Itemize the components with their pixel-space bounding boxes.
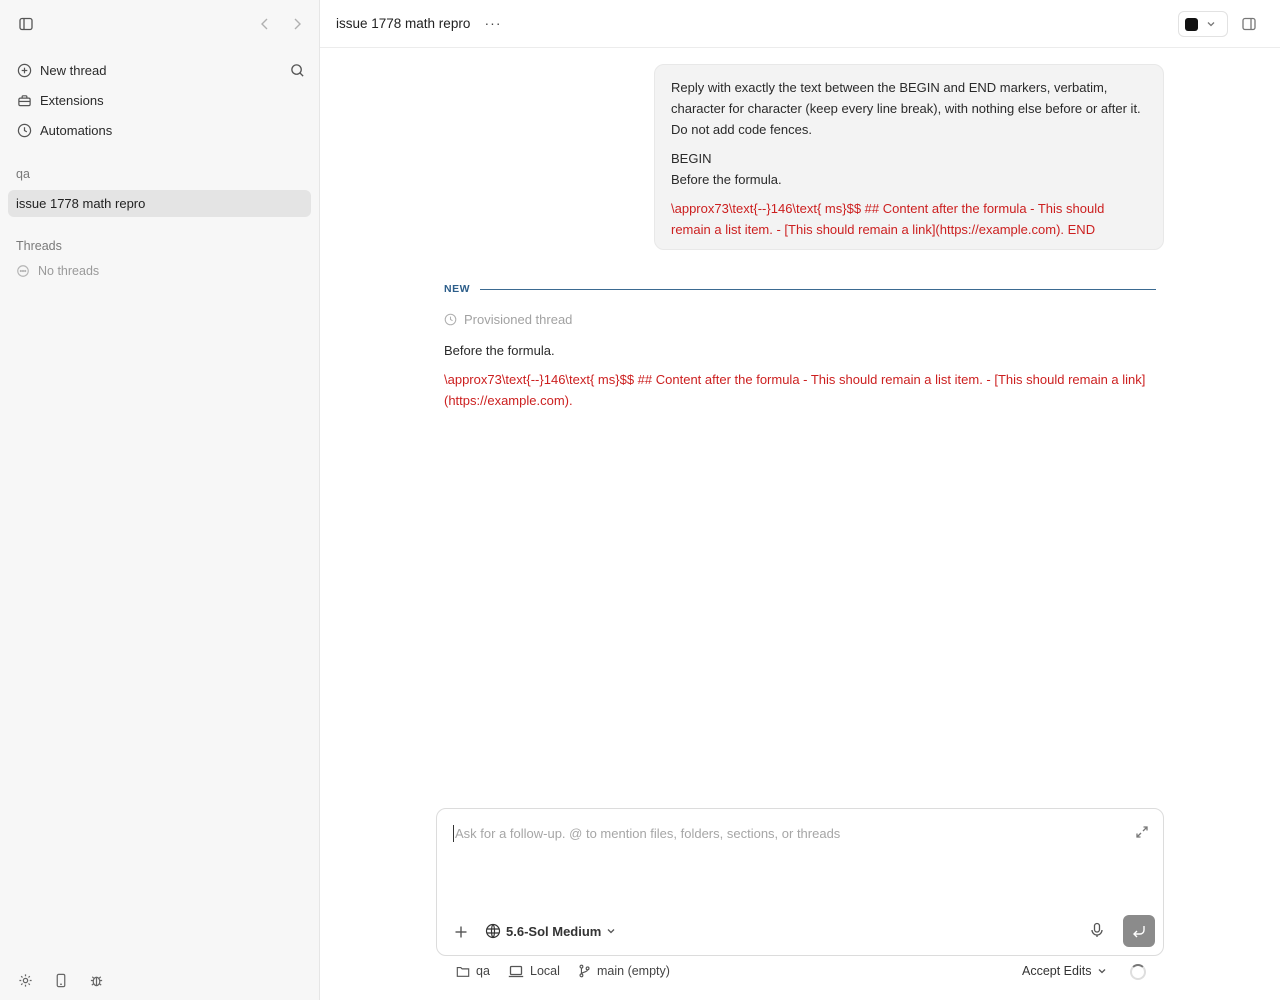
user-message-begin: BEGIN: [671, 151, 712, 166]
bug-icon[interactable]: [87, 971, 105, 989]
chat-bubble-icon: [16, 264, 30, 278]
laptop-icon: [508, 965, 524, 978]
microphone-icon[interactable]: [1089, 922, 1105, 938]
clock-icon: [444, 313, 457, 326]
folder-icon: [456, 965, 470, 978]
automations-label: Automations: [40, 122, 113, 138]
reply-formula-error: \approx73\text{--}146\text{ ms}$$ ## Con…: [444, 372, 1146, 408]
user-message-formula-error: \approx73\text{--}146\text{ ms}$$ ## Con…: [671, 201, 1105, 237]
send-arrow-icon: [1132, 924, 1146, 938]
reply-line: Before the formula.: [444, 343, 555, 358]
send-button[interactable]: [1123, 915, 1155, 947]
accept-edits-dropdown[interactable]: Accept Edits: [1022, 964, 1107, 978]
no-threads-label: No threads: [38, 264, 100, 278]
sidebar-top-bar: [0, 0, 320, 48]
sidebar-thread-active[interactable]: issue 1778 math repro: [8, 190, 311, 217]
agent-logo-icon: [1185, 17, 1198, 31]
search-icon[interactable]: [288, 61, 306, 79]
branch-label: main (empty): [597, 964, 670, 978]
threads-section-label: Threads: [16, 239, 62, 253]
toolbox-icon: [16, 92, 32, 108]
accept-edits-label: Accept Edits: [1022, 964, 1092, 978]
sidebar-toggle-icon[interactable]: [17, 15, 35, 33]
assistant-reply: Before the formula. \approx73\text{--}14…: [444, 340, 1156, 419]
new-label: NEW: [444, 283, 470, 295]
new-thread-label: New thread: [40, 62, 107, 78]
branch-selector[interactable]: main (empty): [578, 964, 670, 978]
user-message-instruction: Reply with exactly the text between the …: [671, 80, 1141, 137]
no-threads-row: No threads: [16, 264, 99, 278]
provisioned-label: Provisioned thread: [464, 312, 573, 327]
extensions-button[interactable]: Extensions: [8, 85, 311, 115]
right-panel-toggle-icon[interactable]: [1240, 15, 1258, 33]
location-selector[interactable]: Local: [508, 964, 560, 978]
mobile-device-icon[interactable]: [52, 971, 70, 989]
provisioned-thread-status: Provisioned thread: [444, 312, 572, 327]
add-attachment-button[interactable]: [451, 922, 471, 942]
page-title: issue 1778 math repro: [336, 16, 471, 31]
folder-selector[interactable]: qa: [456, 964, 490, 978]
forward-arrow-icon[interactable]: [288, 15, 306, 33]
model-picker-dropdown[interactable]: 5.6-Sol Medium: [485, 923, 616, 939]
chevron-down-icon: [606, 926, 616, 936]
gear-icon[interactable]: [16, 971, 34, 989]
git-branch-icon: [578, 964, 591, 978]
plus-circle-icon: [16, 62, 32, 78]
more-options-button[interactable]: ···: [482, 12, 504, 34]
user-message-line: Before the formula.: [671, 172, 782, 187]
location-label: Local: [530, 964, 560, 978]
follow-up-input[interactable]: Ask for a follow-up. @ to mention files,…: [453, 825, 1113, 842]
composer: Ask for a follow-up. @ to mention files,…: [436, 808, 1164, 956]
agent-switcher-dropdown[interactable]: [1178, 11, 1228, 37]
folder-label: qa: [476, 964, 490, 978]
status-bar: qa Local main (empty) Accept Edits: [436, 960, 1164, 984]
main-header: issue 1778 math repro ···: [320, 0, 1280, 48]
project-label: qa: [16, 167, 30, 181]
chevron-down-icon: [1206, 19, 1216, 29]
user-message-bubble: Reply with exactly the text between the …: [654, 64, 1164, 250]
expand-icon[interactable]: [1135, 825, 1149, 839]
new-messages-divider: NEW: [444, 282, 1156, 296]
automations-button[interactable]: Automations: [8, 115, 311, 145]
back-arrow-icon[interactable]: [256, 15, 274, 33]
model-name: 5.6-Sol Medium: [506, 923, 602, 939]
clock-icon: [16, 122, 32, 138]
sidebar-bottom-bar: [0, 952, 320, 1000]
divider-line: [480, 288, 1156, 290]
chevron-down-icon: [1097, 966, 1107, 976]
sidebar: New thread Extensions Automations qa iss…: [0, 0, 320, 1000]
new-thread-button[interactable]: New thread: [8, 55, 311, 85]
loading-spinner-icon: [1130, 964, 1146, 980]
model-logo-icon: [485, 923, 501, 939]
extensions-label: Extensions: [40, 92, 104, 108]
